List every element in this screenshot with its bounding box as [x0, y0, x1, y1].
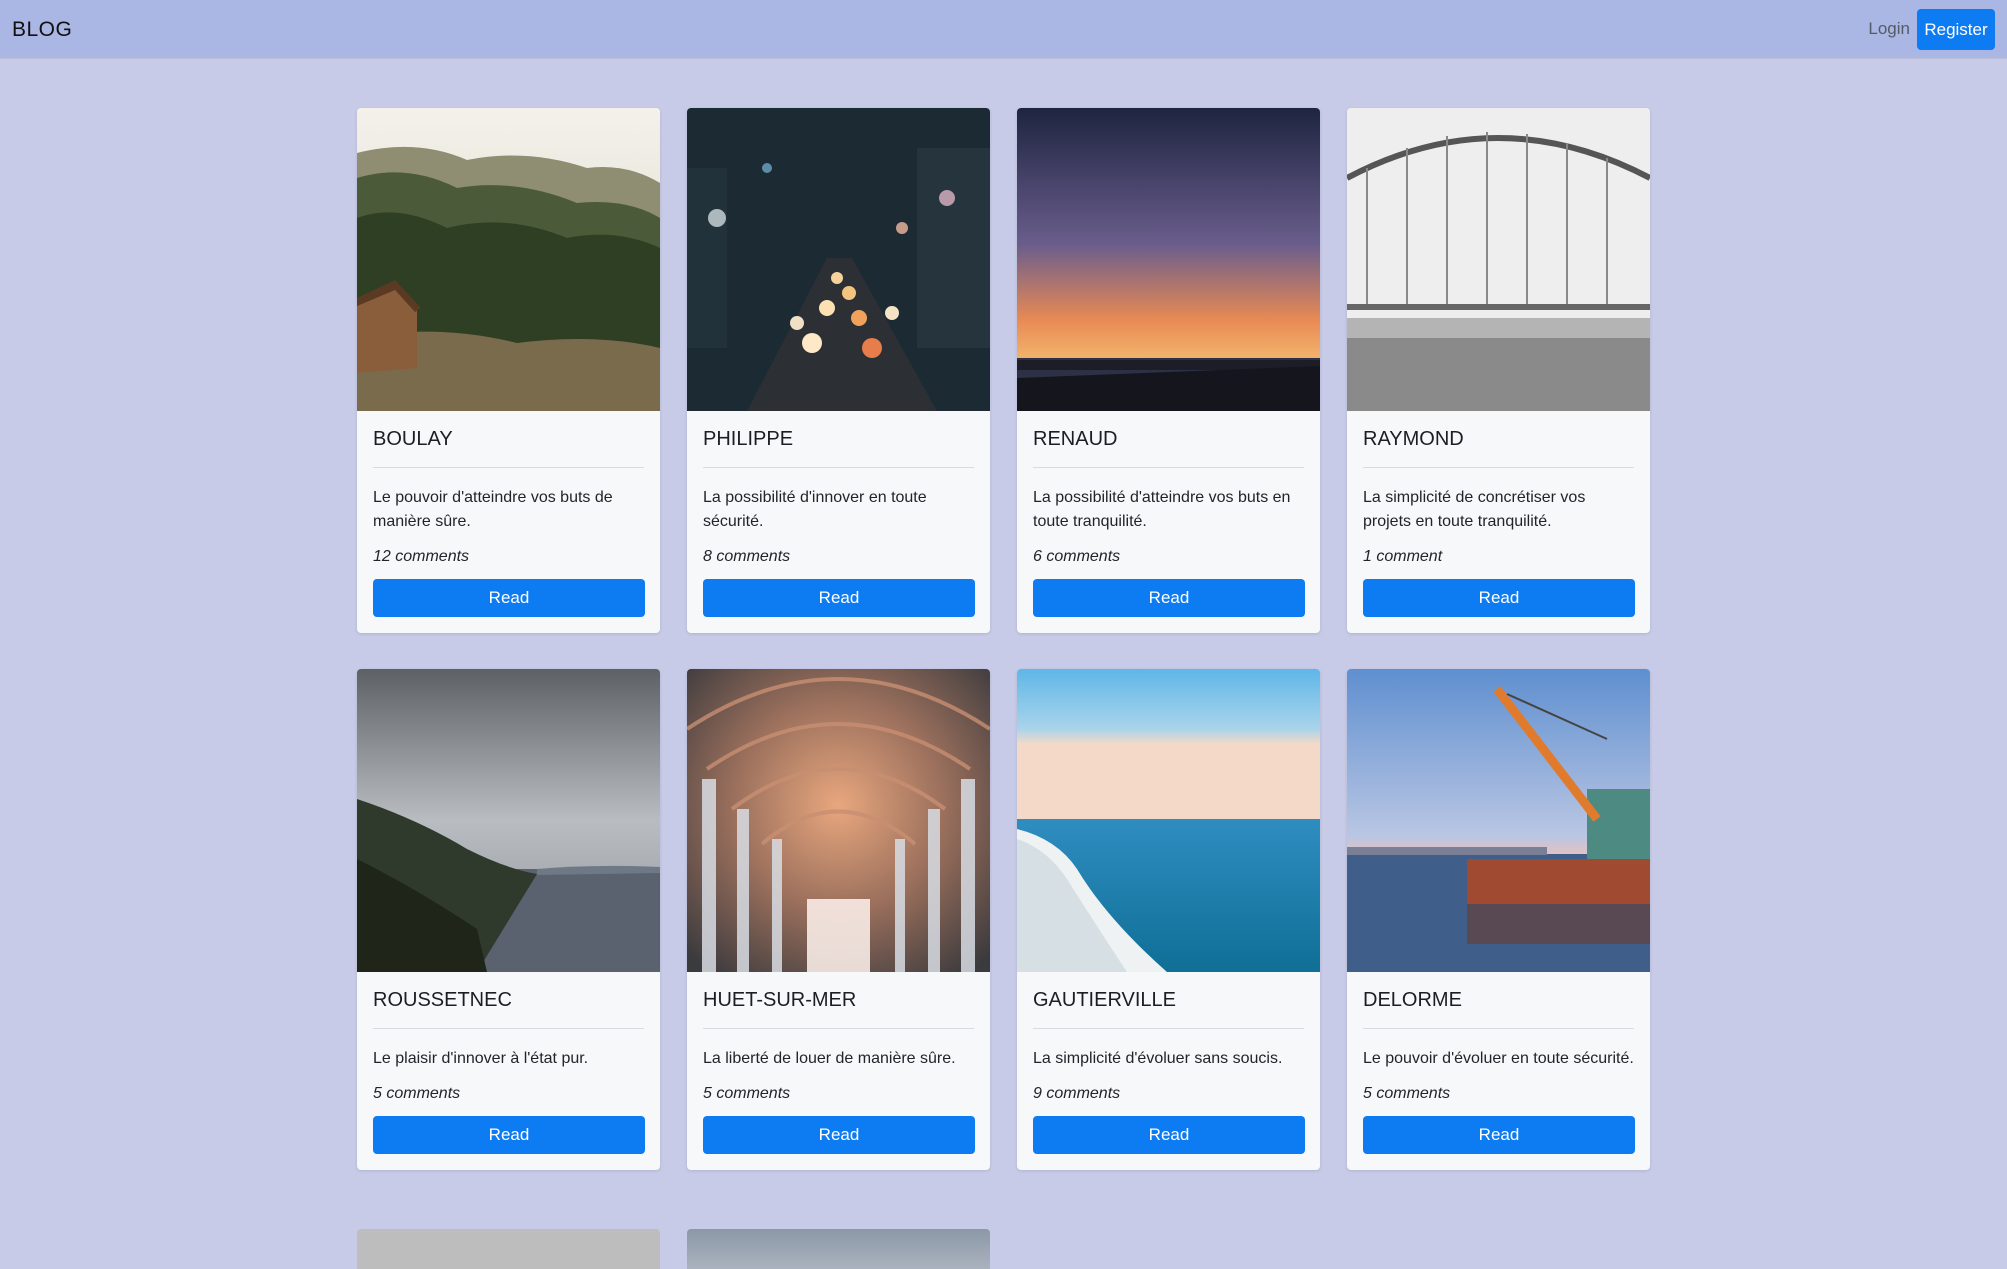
- post-description: Le pouvoir d'évoluer en toute sécurité.: [1363, 1050, 1634, 1067]
- post-title: BOULAY: [373, 428, 453, 450]
- comment-count: 8 comments: [703, 548, 791, 565]
- post-card-partial: [357, 1229, 660, 1269]
- read-button[interactable]: Read: [1363, 1116, 1635, 1154]
- divider: [373, 467, 644, 468]
- read-button[interactable]: Read: [703, 1116, 975, 1154]
- post-image-coast: [357, 669, 660, 972]
- navbar: BLOG Login Register: [0, 0, 2007, 58]
- divider: [1033, 467, 1304, 468]
- post-card: PHILIPPE La possibilité d'innover en tou…: [687, 108, 990, 633]
- post-image-ocean: [1017, 669, 1320, 972]
- post-card-partial: [687, 1229, 990, 1269]
- post-card: BOULAY Le pouvoir d'atteindre vos buts d…: [357, 108, 660, 633]
- comment-count: 5 comments: [373, 1085, 461, 1102]
- divider: [1363, 1028, 1634, 1029]
- comment-count: 6 comments: [1033, 548, 1121, 565]
- comment-count: 12 comments: [373, 548, 470, 565]
- divider: [703, 1028, 974, 1029]
- post-description: La possibilité d'atteindre vos buts en t…: [1033, 489, 1291, 530]
- post-card: RAYMOND La simplicité de concrétiser vos…: [1347, 108, 1650, 633]
- login-link[interactable]: Login: [1868, 19, 1910, 39]
- read-button[interactable]: Read: [1033, 1116, 1305, 1154]
- brand-logo[interactable]: BLOG: [12, 18, 72, 42]
- register-button[interactable]: Register: [1917, 9, 1995, 50]
- post-description: La simplicité d'évoluer sans soucis.: [1033, 1050, 1283, 1067]
- post-card: RENAUD La possibilité d'atteindre vos bu…: [1017, 108, 1320, 633]
- post-title: RENAUD: [1033, 428, 1118, 450]
- post-image-harbor: [1347, 669, 1650, 972]
- post-title: DELORME: [1363, 989, 1462, 1011]
- post-title: RAYMOND: [1363, 428, 1464, 450]
- post-description: La possibilité d'innover en toute sécuri…: [703, 489, 927, 530]
- post-card: ROUSSETNEC Le plaisir d'innover à l'état…: [357, 669, 660, 1170]
- comment-count: 5 comments: [703, 1085, 791, 1102]
- read-button[interactable]: Read: [703, 579, 975, 617]
- post-title: HUET-SUR-MER: [703, 989, 857, 1011]
- divider: [703, 467, 974, 468]
- comment-count: 5 comments: [1363, 1085, 1451, 1102]
- post-title: ROUSSETNEC: [373, 989, 512, 1011]
- post-image-sunset: [1017, 108, 1320, 411]
- comment-count: 9 comments: [1033, 1085, 1121, 1102]
- post-image-forest: [357, 108, 660, 411]
- post-description: La liberté de louer de manière sûre.: [703, 1050, 956, 1067]
- read-button[interactable]: Read: [1033, 579, 1305, 617]
- post-description: Le plaisir d'innover à l'état pur.: [373, 1050, 589, 1067]
- read-button[interactable]: Read: [373, 1116, 645, 1154]
- post-image-cathedral: [687, 669, 990, 972]
- post-card: GAUTIERVILLE La simplicité d'évoluer san…: [1017, 669, 1320, 1170]
- divider: [373, 1028, 644, 1029]
- read-button[interactable]: Read: [1363, 579, 1635, 617]
- divider: [1033, 1028, 1304, 1029]
- post-card: HUET-SUR-MER La liberté de louer de mani…: [687, 669, 990, 1170]
- post-description: La simplicité de concrétiser vos projets…: [1363, 489, 1586, 530]
- post-card: DELORME Le pouvoir d'évoluer en toute sé…: [1347, 669, 1650, 1170]
- post-description: Le pouvoir d'atteindre vos buts de maniè…: [373, 489, 613, 530]
- post-image-bridge: [1347, 108, 1650, 411]
- read-button[interactable]: Read: [373, 579, 645, 617]
- divider: [1363, 467, 1634, 468]
- post-image-city-night: [687, 108, 990, 411]
- comment-count: 1 comment: [1363, 548, 1443, 565]
- post-title: GAUTIERVILLE: [1033, 989, 1177, 1011]
- post-title: PHILIPPE: [703, 428, 794, 450]
